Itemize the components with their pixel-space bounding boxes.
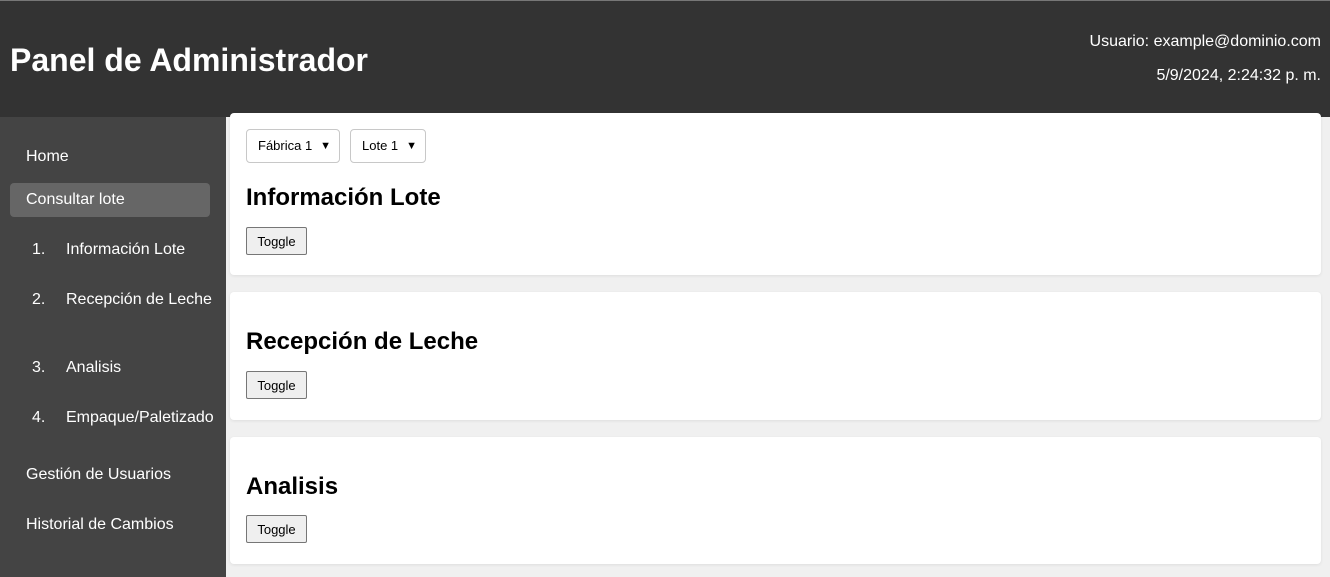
subitem-number: 3. [32,359,46,376]
sidebar: Home Consultar lote 1. Información Lote … [0,117,226,577]
section-title: Analisis [246,473,339,500]
subitem-number: 2. [32,291,46,308]
subitem-label: Empaque/Paletizado [66,409,214,426]
chevron-down-icon: ▼ [320,140,331,152]
sidebar-item-historial-cambios[interactable]: Historial de Cambios [10,508,210,542]
current-datetime: 5/9/2024, 2:24:32 p. m. [1156,67,1321,84]
lot-select-value: Lote 1 [362,138,399,153]
page-title: Panel de Administrador [10,42,368,78]
toggle-button[interactable]: Toggle [246,515,307,543]
factory-select[interactable]: Fábrica 1 ▼ [246,129,340,163]
section-card-analisis: Analisis Toggle [230,437,1321,564]
sidebar-item-home[interactable]: Home [10,140,210,174]
toggle-button[interactable]: Toggle [246,371,307,399]
top-header: Panel de Administrador Usuario: example@… [0,0,1330,117]
subitem-label: Analisis [66,359,122,376]
subitem-number: 4. [32,409,46,426]
sidebar-item-gestion-usuarios[interactable]: Gestión de Usuarios [10,458,210,492]
subitem-label: Información Lote [66,241,186,258]
subitem-label: Recepción de Leche [66,291,212,308]
lot-select[interactable]: Lote 1 ▼ [350,129,426,163]
factory-select-value: Fábrica 1 [258,138,313,153]
section-card-recepcion-leche: Recepción de Leche Toggle [230,292,1321,420]
user-email: Usuario: example@dominio.com [1089,33,1321,50]
sidebar-item-consultar-lote[interactable]: Consultar lote [10,183,210,217]
toggle-button[interactable]: Toggle [246,227,307,255]
subitem-number: 1. [32,241,46,258]
chevron-down-icon: ▼ [406,140,417,152]
section-title: Recepción de Leche [246,328,479,355]
section-card-informacion-lote: Fábrica 1 ▼ Lote 1 ▼ Información Lote To… [230,113,1321,275]
section-title: Información Lote [246,184,441,211]
